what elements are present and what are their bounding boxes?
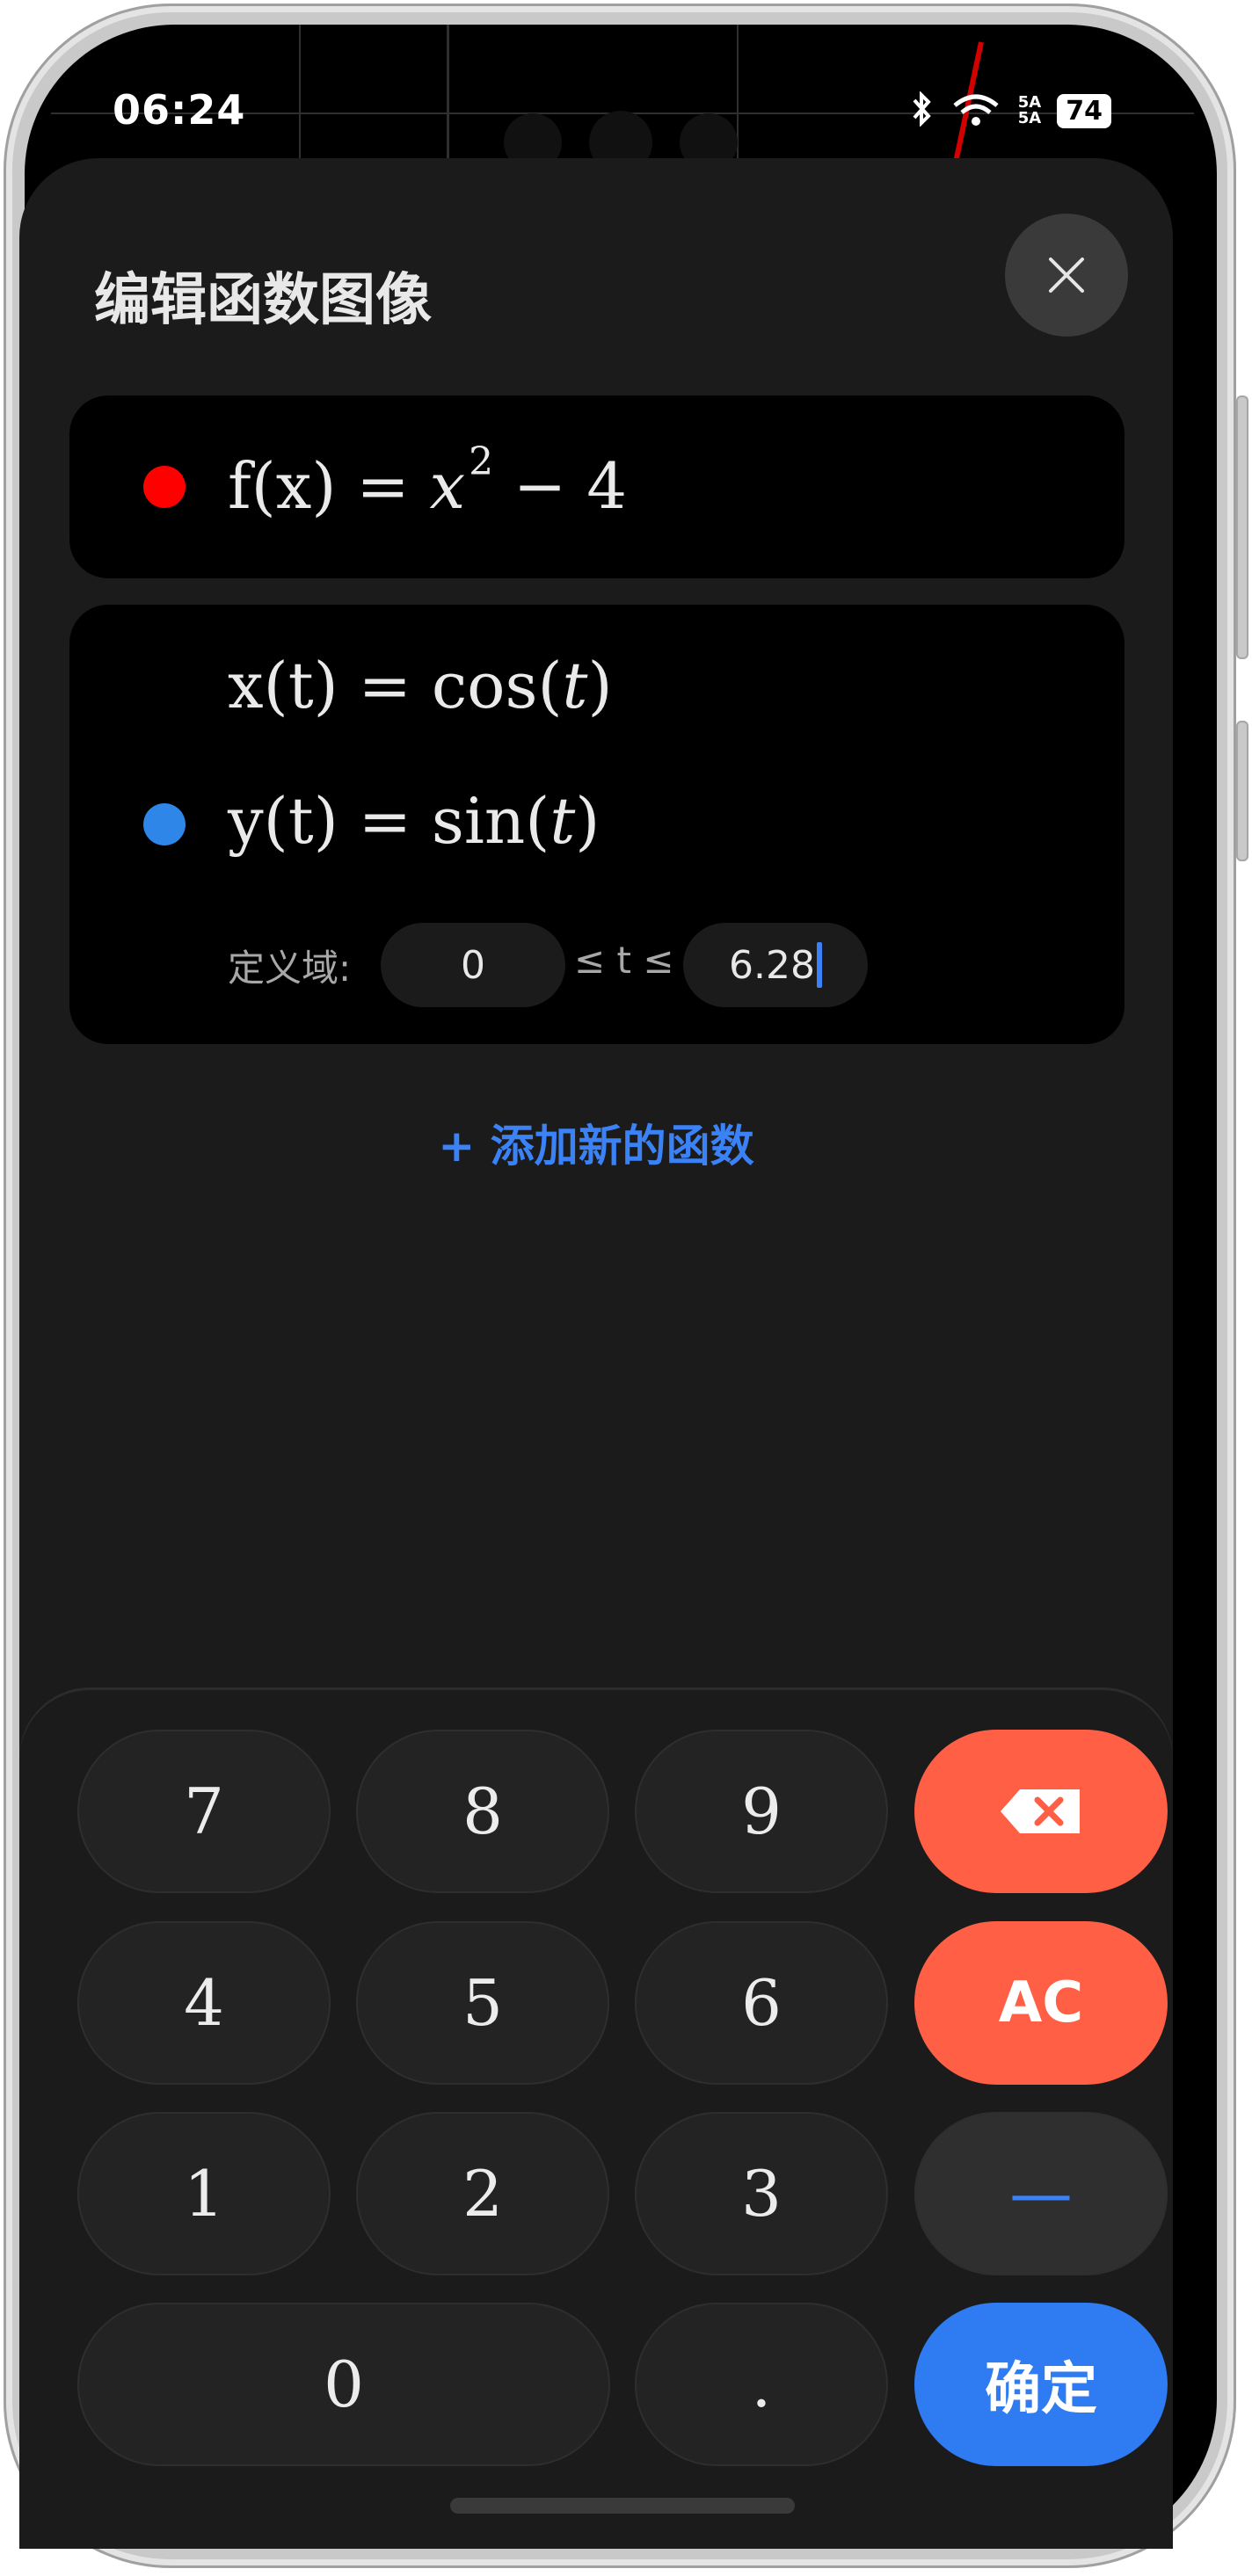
- function-color-dot[interactable]: [143, 466, 186, 508]
- clear-button[interactable]: AC: [914, 1921, 1168, 2085]
- status-time: 06:24: [113, 86, 246, 134]
- function-expression[interactable]: f(x) = x2 − 4: [228, 439, 627, 523]
- network-label: 5A: [1017, 109, 1042, 127]
- status-bar: 06:24 5A 5A 74: [25, 25, 1217, 174]
- key-7[interactable]: 7: [77, 1730, 331, 1893]
- function-card[interactable]: x(t) = cos(t) y(t) = sin(t) 定义域: 0 ≤ t ≤…: [69, 605, 1125, 1044]
- domain-relation: ≤ t ≤: [574, 939, 674, 982]
- parametric-x-expression[interactable]: x(t) = cos(t): [228, 649, 613, 722]
- key-4[interactable]: 4: [77, 1921, 331, 2085]
- function-color-dot[interactable]: [143, 803, 186, 845]
- function-rest: − 4: [513, 449, 628, 523]
- y-lhs: y(t): [228, 784, 338, 858]
- volume-button: [1236, 395, 1248, 659]
- close-button[interactable]: [1005, 214, 1128, 337]
- wifi-icon: [950, 91, 1002, 130]
- backspace-icon: [1001, 1789, 1080, 1833]
- function-lhs: f(x): [228, 449, 337, 523]
- close-icon: [1049, 258, 1084, 293]
- home-indicator[interactable]: [450, 2498, 795, 2514]
- function-exponent: 2: [469, 439, 494, 484]
- add-function-button[interactable]: + 添加新的函数: [0, 1111, 1192, 1174]
- domain-max-input[interactable]: 6.28: [683, 923, 868, 1007]
- equals-sign: =: [358, 649, 411, 722]
- key-0[interactable]: 0: [77, 2303, 610, 2466]
- domain-min-value: 0: [461, 942, 485, 988]
- signal-icon: 5A 5A: [1018, 95, 1041, 127]
- backspace-button[interactable]: [914, 1730, 1168, 1893]
- bluetooth-icon: [911, 91, 934, 130]
- key-6[interactable]: 6: [635, 1921, 888, 2085]
- text-cursor: [816, 942, 822, 988]
- decimal-point-button[interactable]: .: [635, 2303, 888, 2466]
- key-9[interactable]: 9: [635, 1730, 888, 1893]
- function-card[interactable]: f(x) = x2 − 4: [69, 395, 1125, 578]
- x-function-arg: t: [562, 649, 588, 722]
- minus-button[interactable]: —: [914, 2112, 1168, 2275]
- status-icons: 5A 5A 74: [911, 91, 1111, 130]
- y-function-arg: t: [550, 784, 576, 858]
- power-button: [1236, 721, 1248, 861]
- key-5[interactable]: 5: [356, 1921, 609, 2085]
- battery-indicator: 74: [1057, 93, 1111, 128]
- equals-sign: =: [358, 784, 412, 858]
- domain-min-input[interactable]: 0: [381, 923, 565, 1007]
- x-lhs: x(t): [228, 649, 338, 722]
- domain-label: 定义域:: [228, 947, 352, 990]
- confirm-button[interactable]: 确定: [914, 2303, 1168, 2466]
- key-1[interactable]: 1: [77, 2112, 331, 2275]
- function-variable: x: [429, 449, 466, 523]
- key-8[interactable]: 8: [356, 1730, 609, 1893]
- parametric-y-expression[interactable]: y(t) = sin(t): [228, 784, 600, 858]
- y-function-name: sin: [431, 784, 526, 858]
- sheet-title: 编辑函数图像: [94, 268, 432, 333]
- domain-max-value: 6.28: [729, 942, 815, 988]
- key-3[interactable]: 3: [635, 2112, 888, 2275]
- key-2[interactable]: 2: [356, 2112, 609, 2275]
- equals-sign: =: [356, 449, 410, 523]
- x-function-name: cos: [431, 649, 538, 722]
